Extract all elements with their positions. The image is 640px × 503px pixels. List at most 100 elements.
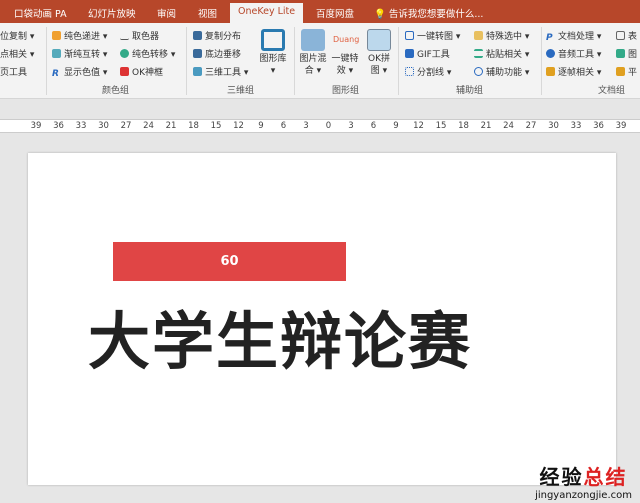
- ruler-tick-label: 21: [165, 121, 177, 131]
- group-label-color: 颜色组: [102, 86, 130, 96]
- btn-flat-partial[interactable]: 平: [616, 65, 637, 78]
- btn-one-click-effect[interactable]: Duang 一键特效 ▾: [330, 29, 360, 77]
- eyedropper-icon: [120, 31, 129, 40]
- ruler-tick-label: 36: [593, 121, 604, 131]
- ruler-tick-label: 6: [280, 121, 287, 131]
- divider: [294, 27, 295, 95]
- paste-icon: [474, 49, 483, 58]
- ruler-tick-label: 18: [188, 121, 199, 131]
- ruler-tick-label: 12: [233, 121, 244, 131]
- btn-doc-processing[interactable]: P 文档处理 ▾: [546, 29, 601, 43]
- horizontal-ruler[interactable]: 39 36 33 30 27 24 21 18 15 12 9 6 3 0 3 6 9 12 15 18 21 24 27 3…: [0, 119, 640, 133]
- cube-icon: [193, 67, 202, 76]
- swap-icon: [52, 49, 61, 58]
- value-bar[interactable]: 60: [113, 242, 346, 281]
- btn-color-transfer[interactable]: 纯色转移 ▾: [120, 47, 175, 60]
- btn-audio-tools[interactable]: 音频工具 ▾: [546, 47, 601, 60]
- ruler-tick-label: 3: [348, 121, 354, 131]
- p-doc-icon: P: [546, 33, 553, 43]
- aux-icon: [474, 67, 483, 76]
- ruler-tick-label: 30: [548, 121, 559, 131]
- btn-shape-library[interactable]: 图形库 ▾: [258, 29, 288, 77]
- select-icon: [474, 31, 483, 40]
- btn-page-tools-partial[interactable]: 页工具: [0, 65, 27, 78]
- btn-to-image[interactable]: 一键转图 ▾: [405, 29, 460, 42]
- divider: [398, 27, 399, 95]
- speaker-icon: [546, 49, 555, 58]
- tab-view[interactable]: 视图: [198, 6, 217, 20]
- btn-special-select[interactable]: 特殊选中 ▾: [474, 29, 529, 42]
- btn-table-partial[interactable]: 表: [616, 29, 637, 42]
- btn-copy-distribute[interactable]: 复制分布: [193, 29, 241, 42]
- lightbulb-icon: 💡: [374, 9, 386, 20]
- btn-frame-related[interactable]: 逐帧相关 ▾: [546, 65, 601, 78]
- btn-show-color-value[interactable]: R 显示色值 ▾: [52, 65, 107, 79]
- image-layers-icon: [301, 29, 325, 51]
- ruler-tick-label: 15: [435, 121, 447, 131]
- group-label-3d: 三维组: [227, 86, 255, 96]
- color-circles-icon: [52, 31, 61, 40]
- grid-icon: [405, 67, 414, 76]
- ruler-tick-label: 39: [615, 121, 627, 131]
- ruler-tick-label: 27: [525, 121, 537, 131]
- btn-bottom-shift[interactable]: 底边垂移: [193, 47, 241, 60]
- btn-paste-related[interactable]: 粘贴相关 ▾: [474, 47, 529, 60]
- hexagon-icon: [261, 29, 285, 51]
- ruler-tick-label: 12: [413, 121, 424, 131]
- ribbon-tabs: 口袋动画 PA 幻灯片放映 审阅 视图 OneKey Lite 百度网盘 💡 告…: [0, 0, 640, 23]
- tell-me-search[interactable]: 💡 告诉我您想要做什么...: [374, 6, 483, 20]
- btn-point-partial[interactable]: 点相关 ▾: [0, 47, 34, 60]
- btn-image-blend[interactable]: 图片混合 ▾: [298, 29, 328, 77]
- ruler-tick-label: 21: [480, 121, 492, 131]
- ruler-tick-label: 39: [30, 121, 42, 131]
- btn-chart-partial[interactable]: 图: [616, 47, 637, 60]
- group-label-shape: 图形组: [332, 86, 360, 96]
- watermark-text-b: 总结: [583, 465, 628, 489]
- watermark: 经验总结 jingyanzongjie.com: [535, 461, 632, 501]
- btn-solid-gradient[interactable]: 纯色递进 ▾: [52, 29, 107, 42]
- to-image-icon: [405, 31, 414, 40]
- ruler-tick-label: 33: [75, 121, 87, 131]
- btn-color-picker[interactable]: 取色器: [120, 29, 159, 42]
- slide-title[interactable]: 大学生辩论赛: [88, 291, 568, 381]
- frames-icon: [546, 67, 555, 76]
- tab-onekey-lite[interactable]: OneKey Lite: [230, 3, 304, 23]
- layers-icon: [193, 49, 202, 58]
- ok-frame-icon: [120, 67, 129, 76]
- distribute-icon: [193, 31, 202, 40]
- btn-3d-tools[interactable]: 三维工具 ▾: [193, 65, 248, 78]
- btn-gif-tools[interactable]: GIF工具: [405, 47, 450, 60]
- gif-icon: [405, 49, 414, 58]
- btn-ok-frame[interactable]: OK神框: [120, 65, 163, 78]
- divider: [186, 27, 187, 95]
- ruler-tick-label: 27: [120, 121, 132, 131]
- divider: [541, 27, 542, 95]
- watermark-url: jingyanzongjie.com: [535, 490, 632, 501]
- tab-pocket-animation[interactable]: 口袋动画 PA: [14, 6, 67, 20]
- btn-copy-partial[interactable]: 位复制 ▾: [0, 29, 34, 42]
- tab-review[interactable]: 审阅: [157, 6, 176, 20]
- watermark-text-a: 经验: [539, 465, 584, 489]
- ruler-tick-label: 9: [258, 121, 264, 131]
- btn-gradient-swap[interactable]: 渐纯互转 ▾: [52, 47, 107, 60]
- slide-canvas[interactable]: 60 大学生辩论赛: [28, 153, 616, 485]
- collage-icon: [367, 29, 391, 51]
- group-label-aux: 辅助组: [456, 86, 484, 96]
- ruler-tick-label: 36: [53, 121, 64, 131]
- ruler-tick-label: 3: [303, 121, 309, 131]
- color-transfer-icon: [120, 49, 129, 58]
- chart-icon: [616, 49, 625, 58]
- btn-aux-functions[interactable]: 辅助功能 ▾: [474, 65, 529, 78]
- btn-ok-collage[interactable]: OK拼图 ▾: [364, 29, 394, 77]
- ruler-tick-label: 18: [458, 121, 469, 131]
- ruler-tick-label: 0: [325, 121, 332, 131]
- ruler-tick-label: 9: [393, 121, 399, 131]
- duang-icon: Duang: [333, 35, 360, 44]
- btn-divider-line[interactable]: 分割线 ▾: [405, 65, 451, 78]
- tab-slideshow[interactable]: 幻灯片放映: [88, 6, 136, 20]
- tab-baidu-netdisk[interactable]: 百度网盘: [316, 6, 354, 20]
- table-icon: [616, 31, 625, 40]
- flat-icon: [616, 67, 625, 76]
- r-icon: R: [52, 69, 59, 79]
- ruler-tick-label: 33: [570, 121, 582, 131]
